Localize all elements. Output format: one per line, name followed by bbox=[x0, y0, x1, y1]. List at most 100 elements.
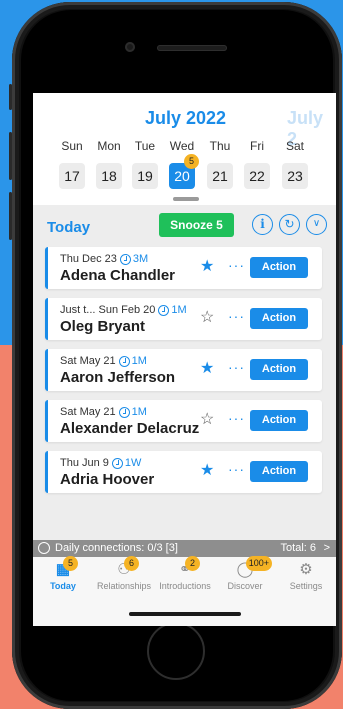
card-date: Just t... Sun Feb 20 bbox=[60, 304, 156, 316]
home-button[interactable] bbox=[147, 622, 205, 680]
card-date: Thu Dec 23 bbox=[60, 253, 117, 265]
tab-badge: 100+ bbox=[245, 556, 272, 571]
home-indicator bbox=[129, 612, 241, 616]
card-frequency: 3M bbox=[132, 253, 149, 265]
chevron-down-icon[interactable]: ∨ bbox=[306, 214, 327, 235]
handshake-icon: ⚭ 2 bbox=[170, 556, 200, 579]
mute-switch bbox=[9, 84, 12, 110]
clock-icon bbox=[118, 355, 130, 367]
daily-connections-bar[interactable]: Daily connections: 0/3 [3] Total: 6 > bbox=[33, 540, 336, 557]
volume-down-button bbox=[9, 192, 12, 240]
card-frequency: 1W bbox=[124, 457, 142, 469]
clock-icon bbox=[158, 304, 170, 316]
section-title: Today bbox=[47, 219, 91, 236]
contact-name: Aaron Jefferson bbox=[60, 369, 176, 386]
tab-badge: 2 bbox=[185, 556, 200, 571]
tab-label: Introductions bbox=[159, 581, 211, 591]
card-date: Thu Jun 9 bbox=[60, 457, 109, 469]
tab-today[interactable]: ▦ 5 Today bbox=[33, 556, 93, 591]
tab-label: Today bbox=[50, 581, 76, 591]
tab-badge: 5 bbox=[63, 556, 78, 571]
tab-badge: 6 bbox=[124, 556, 139, 571]
compass-icon: ◯ 100+ bbox=[230, 556, 272, 579]
contact-card[interactable]: Sat May 21 1M Alexander Delacruz ☆ ··· A… bbox=[45, 400, 322, 442]
contact-name: Oleg Bryant bbox=[60, 318, 146, 335]
date-21[interactable]: 21 bbox=[207, 163, 233, 189]
card-meta: Thu Jun 9 1W bbox=[60, 457, 141, 469]
day-name-sat: Sat bbox=[285, 139, 304, 153]
clock-icon bbox=[118, 406, 130, 418]
action-button[interactable]: Action bbox=[250, 359, 308, 380]
star-icon-filled[interactable]: ★ bbox=[200, 259, 214, 275]
date-number: 20 bbox=[174, 168, 190, 184]
tab-label: Relationships bbox=[96, 581, 152, 591]
action-button[interactable]: Action bbox=[250, 257, 308, 278]
front-camera bbox=[125, 42, 135, 52]
app-screen: July 2022 July 2 Sun Mon Tue Wed Thu Fri… bbox=[33, 93, 336, 626]
tab-introductions[interactable]: ⚭ 2 Introductions bbox=[155, 556, 215, 591]
card-meta: Sat May 21 1M bbox=[60, 355, 147, 367]
calendar-icon: ▦ 5 bbox=[48, 556, 78, 579]
star-icon-outline[interactable]: ☆ bbox=[200, 310, 214, 326]
contact-card[interactable]: Thu Jun 9 1W Adria Hoover ★ ··· Action bbox=[45, 451, 322, 493]
tab-discover[interactable]: ◯ 100+ Discover bbox=[215, 556, 275, 591]
card-meta: Just t... Sun Feb 20 1M bbox=[60, 304, 187, 316]
card-meta: Thu Dec 23 3M bbox=[60, 253, 148, 265]
star-icon-filled[interactable]: ★ bbox=[200, 463, 214, 479]
action-button[interactable]: Action bbox=[250, 461, 308, 482]
day-name-tue: Tue bbox=[134, 139, 156, 153]
daily-total: Total: 6 bbox=[280, 542, 316, 554]
date-17[interactable]: 17 bbox=[59, 163, 85, 189]
clock-icon bbox=[119, 253, 131, 265]
people-icon: ⚇ 6 bbox=[109, 556, 139, 579]
contact-name: Adria Hoover bbox=[60, 471, 155, 488]
card-frequency: 1M bbox=[131, 406, 147, 418]
more-icon[interactable]: ··· bbox=[228, 257, 245, 273]
star-icon-filled[interactable]: ★ bbox=[200, 361, 214, 377]
star-icon-outline[interactable]: ☆ bbox=[200, 412, 214, 428]
tab-settings[interactable]: ⚙ Settings bbox=[276, 561, 336, 591]
action-button[interactable]: Action bbox=[250, 308, 308, 329]
earpiece-speaker bbox=[157, 45, 227, 51]
chevron-right-icon: > bbox=[323, 542, 330, 554]
card-meta: Sat May 21 1M bbox=[60, 406, 147, 418]
contact-card[interactable]: Sat May 21 1M Aaron Jefferson ★ ··· Acti… bbox=[45, 349, 322, 391]
more-icon[interactable]: ··· bbox=[228, 359, 245, 375]
refresh-icon[interactable]: ↻ bbox=[279, 214, 300, 235]
contact-name: Adena Chandler bbox=[60, 267, 176, 284]
day-name-thu: Thu bbox=[209, 139, 231, 153]
calendar-strip: July 2022 July 2 Sun Mon Tue Wed Thu Fri… bbox=[33, 93, 336, 205]
daily-connections-text: Daily connections: 0/3 [3] bbox=[55, 542, 178, 554]
contact-card[interactable]: Just t... Sun Feb 20 1M Oleg Bryant ☆ ··… bbox=[45, 298, 322, 340]
contact-name: Alexander Delacruz bbox=[60, 420, 200, 437]
gear-icon: ⚙ bbox=[299, 561, 313, 578]
action-button[interactable]: Action bbox=[250, 410, 308, 431]
card-frequency: 1M bbox=[171, 304, 187, 316]
date-20-selected[interactable]: 20 5 bbox=[169, 154, 199, 189]
tab-bar: ▦ 5 Today ⚇ 6 Relationships ⚭ 2 Introductio… bbox=[33, 556, 336, 626]
date-19[interactable]: 19 bbox=[132, 163, 158, 189]
more-icon[interactable]: ··· bbox=[228, 308, 245, 324]
clock-icon bbox=[111, 457, 123, 469]
tab-relationships[interactable]: ⚇ 6 Relationships bbox=[94, 556, 154, 591]
date-18[interactable]: 18 bbox=[96, 163, 122, 189]
volume-up-button bbox=[9, 132, 12, 180]
snooze-button[interactable]: Snooze 5 bbox=[159, 213, 234, 237]
date-23[interactable]: 23 bbox=[282, 163, 308, 189]
drag-handle[interactable] bbox=[173, 197, 199, 201]
target-icon bbox=[38, 542, 50, 554]
tab-label: Settings bbox=[289, 581, 323, 591]
month-title: July 2022 bbox=[145, 108, 227, 128]
day-name-sun: Sun bbox=[61, 139, 83, 153]
more-icon[interactable]: ··· bbox=[228, 410, 245, 426]
day-name-wed: Wed bbox=[169, 139, 195, 153]
date-22[interactable]: 22 bbox=[244, 163, 270, 189]
contact-card[interactable]: Thu Dec 23 3M Adena Chandler ★ ··· Actio… bbox=[45, 247, 322, 289]
info-icon[interactable]: i bbox=[252, 214, 273, 235]
date-count-badge: 5 bbox=[184, 154, 199, 169]
card-date: Sat May 21 bbox=[60, 406, 116, 418]
day-name-mon: Mon bbox=[97, 139, 121, 153]
card-frequency: 1M bbox=[131, 355, 147, 367]
more-icon[interactable]: ··· bbox=[228, 461, 245, 477]
day-name-fri: Fri bbox=[250, 139, 264, 153]
